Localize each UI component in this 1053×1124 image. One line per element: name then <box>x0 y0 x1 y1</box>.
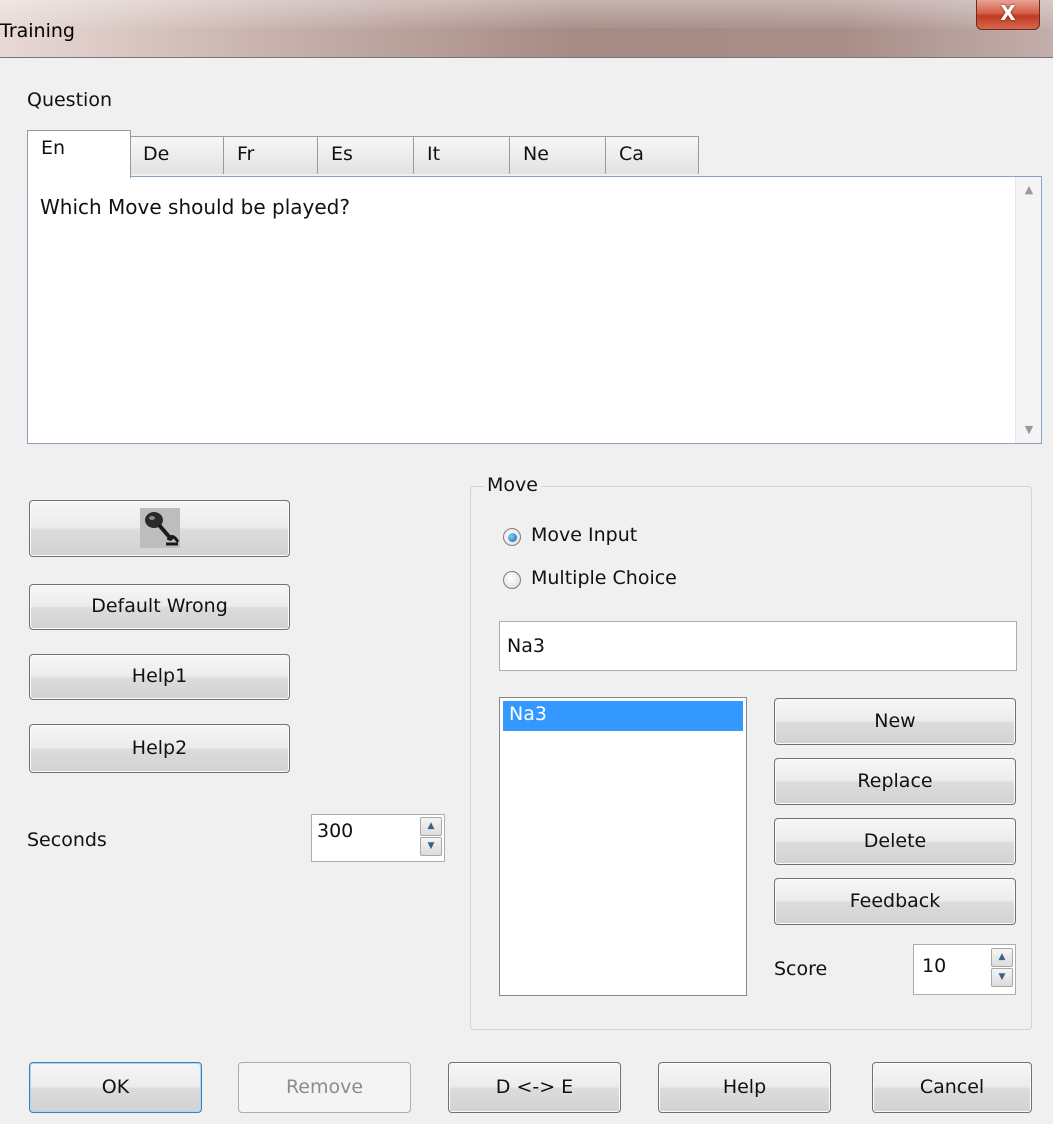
tab-label: Ne <box>523 143 549 165</box>
tab-de[interactable]: De <box>129 136 225 174</box>
cancel-button[interactable]: Cancel <box>872 1062 1032 1113</box>
tab-en[interactable]: En <box>27 130 131 178</box>
move-input-field[interactable]: Na3 <box>499 621 1017 671</box>
move-input-label[interactable]: Move Input <box>531 524 637 546</box>
delete-button[interactable]: Delete <box>774 818 1016 865</box>
scroll-down-icon[interactable]: ▼ <box>1016 417 1042 443</box>
tab-fr[interactable]: Fr <box>223 136 319 174</box>
tab-label: It <box>427 143 441 165</box>
tab-ne[interactable]: Ne <box>509 136 607 174</box>
move-input-radio[interactable] <box>503 528 521 546</box>
tab-label: En <box>41 137 66 159</box>
score-stepper[interactable]: 10 ▲ ▼ <box>913 944 1016 995</box>
replace-button[interactable]: Replace <box>774 758 1016 805</box>
question-label: Question <box>27 89 112 111</box>
list-item[interactable]: Na3 <box>503 701 743 731</box>
question-text[interactable]: Which Move should be played? <box>40 195 350 219</box>
help1-button[interactable]: Help1 <box>29 654 290 700</box>
ok-button[interactable]: OK <box>29 1062 202 1113</box>
increment-icon[interactable]: ▲ <box>420 817 442 836</box>
feedback-button[interactable]: Feedback <box>774 878 1016 925</box>
seconds-label: Seconds <box>27 829 107 851</box>
swap-button[interactable]: D <-> E <box>448 1062 621 1113</box>
tab-ca[interactable]: Ca <box>605 136 699 174</box>
move-group-label: Move <box>484 474 541 496</box>
close-button[interactable]: X <box>976 0 1040 30</box>
help2-button[interactable]: Help2 <box>29 724 290 773</box>
decrement-icon[interactable]: ▼ <box>991 968 1013 987</box>
multiple-choice-label[interactable]: Multiple Choice <box>531 567 677 589</box>
default-wrong-button[interactable]: Default Wrong <box>29 584 290 630</box>
scroll-up-icon[interactable]: ▲ <box>1016 177 1042 203</box>
tab-label: Fr <box>237 143 255 165</box>
increment-icon[interactable]: ▲ <box>991 948 1013 967</box>
tab-label: De <box>143 143 170 165</box>
tab-es[interactable]: Es <box>317 136 415 174</box>
vertical-scrollbar[interactable]: ▲ ▼ <box>1015 177 1041 443</box>
score-label: Score <box>774 958 828 980</box>
tab-label: Ca <box>619 143 644 165</box>
new-button[interactable]: New <box>774 698 1016 745</box>
tab-it[interactable]: It <box>413 136 511 174</box>
record-audio-button[interactable] <box>29 500 290 557</box>
decrement-icon[interactable]: ▼ <box>420 837 442 856</box>
seconds-stepper[interactable]: 300 ▲ ▼ <box>311 814 445 862</box>
question-text-area[interactable]: Which Move should be played? ▲ ▼ <box>27 176 1042 444</box>
multiple-choice-radio[interactable] <box>503 571 521 589</box>
help-button[interactable]: Help <box>658 1062 831 1113</box>
score-value[interactable]: 10 <box>922 955 946 977</box>
seconds-spin-buttons[interactable]: ▲ ▼ <box>419 816 443 857</box>
moves-list[interactable]: Na3 <box>499 697 747 996</box>
close-icon: X <box>1000 1 1016 25</box>
window-title: Training <box>0 20 75 42</box>
remove-button[interactable]: Remove <box>238 1062 411 1113</box>
title-bar <box>0 0 1053 58</box>
tab-label: Es <box>331 143 353 165</box>
score-spin-buttons[interactable]: ▲ ▼ <box>990 947 1014 988</box>
seconds-value[interactable]: 300 <box>317 820 353 842</box>
microphone-icon <box>139 508 180 548</box>
